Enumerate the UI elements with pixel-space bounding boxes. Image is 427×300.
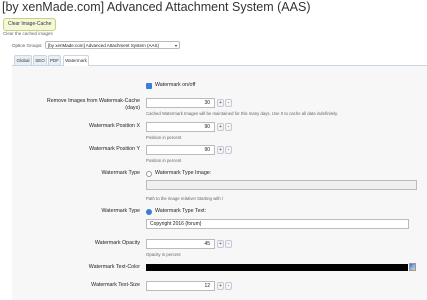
text-color-label: Watermark Text-Color [88,264,140,270]
watermark-type-image-option: Watermark Type Image: [155,170,212,176]
opacity-minus-button[interactable]: - [225,240,232,248]
remove-images-plus-button[interactable]: + [217,99,224,107]
color-picker-icon[interactable] [409,263,416,271]
watermark-type-text-radio[interactable] [146,209,152,215]
text-size-plus-button[interactable]: + [217,282,224,290]
position-x-label: Watermark Position X [88,123,140,129]
position-x-input[interactable]: 90 [146,122,215,132]
page-title: [by xenMade.com] Advanced Attachment Sys… [2,0,311,14]
position-y-plus-button[interactable]: + [217,146,224,154]
watermark-type-image-radio[interactable] [146,171,152,177]
text-color-input[interactable] [146,264,408,271]
text-size-label: Watermark Text-Size [91,282,140,288]
watermark-image-path-input[interactable] [146,180,417,190]
opacity-hint: Opacity in percent [146,252,181,257]
option-groups-label: Option Groups: [12,43,43,48]
watermark-text-input[interactable]: Copyright 2016 {forum} [146,219,409,229]
remove-images-label: Remove Images from Watermak-Cache (days) [47,98,140,112]
text-size-minus-button[interactable]: - [225,282,232,290]
position-x-hint: Position in percent [146,135,182,140]
option-groups-select[interactable]: [by xenMade.com] Advanced Attachment Sys… [45,41,180,49]
tab-bar: Global SEO PDF Watermark [12,55,427,66]
option-groups-value: [by xenMade.com] Advanced Attachment Sys… [48,43,160,48]
tab-seo[interactable]: SEO [33,55,47,65]
opacity-label: Watermark Opacity [94,240,140,246]
clear-image-cache-button[interactable]: Clear Image-Cache [3,18,57,31]
text-size-input[interactable]: 12 [146,281,215,291]
position-y-minus-button[interactable]: - [225,146,232,154]
position-x-plus-button[interactable]: + [217,123,224,131]
remove-images-minus-button[interactable]: - [225,99,232,107]
opacity-input[interactable]: 45 [146,239,215,249]
tab-watermark[interactable]: Watermark [63,55,89,66]
watermark-image-hint: Path to the image relative! Starting wit… [146,196,224,201]
watermark-type-text-label: Watermark Type [101,208,140,214]
tab-pdf[interactable]: PDF [48,55,61,65]
position-x-minus-button[interactable]: - [225,123,232,131]
position-y-hint: Position in percent [146,158,182,163]
position-y-label: Watermark Position Y [89,146,140,152]
remove-images-label-line1: Remove Images from Watermak-Cache [46,98,140,104]
position-y-input[interactable]: 90 [146,145,215,155]
chevron-down-icon: ▾ [174,43,177,48]
watermark-onoff-checkbox[interactable] [146,83,152,89]
clear-cache-description: Clear the cached images [3,31,53,36]
remove-images-hint: Cached Watermark Images will be maintain… [146,111,339,116]
watermark-type-text-option: Watermark Type Text: [155,208,207,214]
watermark-type-image-label: Watermark Type [101,170,140,176]
remove-images-label-line2: (days) [125,105,140,111]
remove-images-input[interactable]: 30 [146,98,215,108]
watermark-onoff-label: Watermark on/off [155,82,196,88]
tab-global[interactable]: Global [14,55,32,65]
opacity-plus-button[interactable]: + [217,240,224,248]
